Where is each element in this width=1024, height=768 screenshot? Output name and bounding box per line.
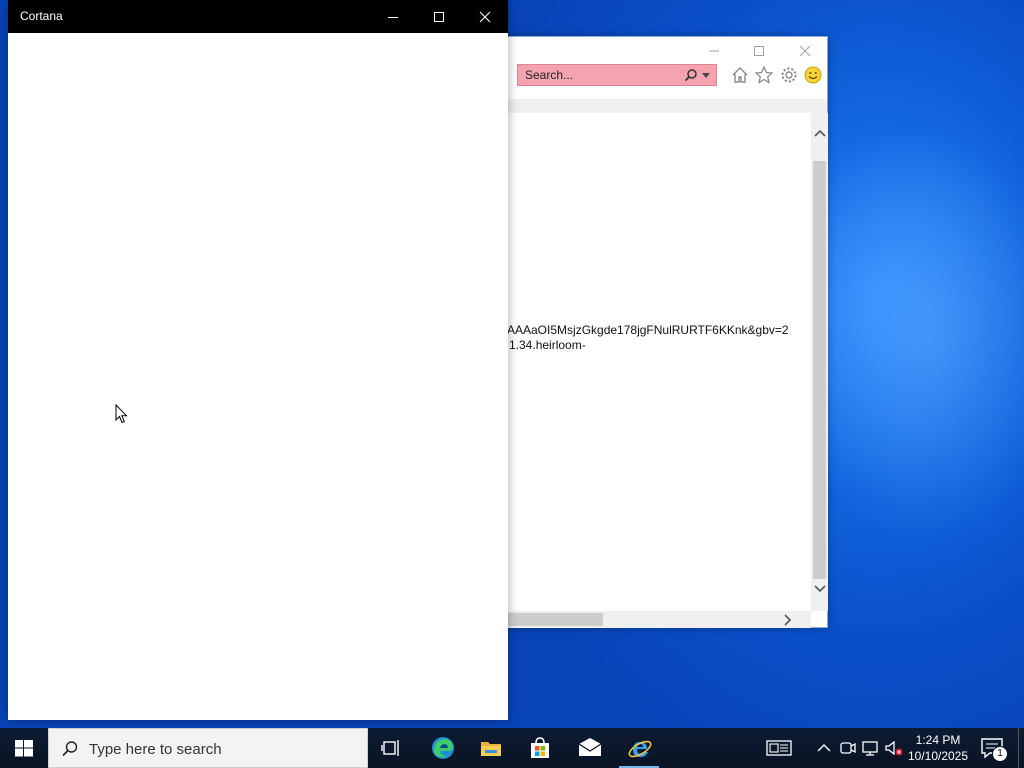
close-button[interactable] [462, 0, 508, 33]
ie-search-box[interactable]: Search... [517, 64, 717, 86]
ie-page-content[interactable]: AAAaOI5MsjzGkgde178jgFNulRURTF6KKnk&gbv=… [481, 113, 811, 611]
search-placeholder: Type here to search [89, 741, 222, 758]
close-icon [479, 11, 491, 23]
minimize-icon [388, 17, 398, 18]
show-desktop-button[interactable] [1018, 728, 1024, 768]
edge-taskbar-button[interactable] [419, 728, 467, 768]
cortana-window[interactable]: Cortana [8, 0, 508, 720]
favorites-star-icon[interactable] [754, 65, 774, 85]
window-title: Cortana [20, 9, 63, 23]
start-button[interactable] [0, 728, 48, 768]
ie-maximize-button[interactable] [744, 41, 774, 63]
search-icon [62, 741, 78, 757]
notification-badge: 1 [992, 746, 1008, 762]
home-icon[interactable] [730, 65, 750, 85]
maximize-button[interactable] [416, 0, 462, 33]
edge-icon [432, 737, 454, 759]
store-taskbar-button[interactable] [516, 728, 564, 768]
network-icon[interactable] [861, 738, 881, 758]
page-text-line: 1.34.heirloom- [509, 338, 586, 352]
page-text: AAAaOI5MsjzGkgde178jgFNulRURTF6KKnk&gbv=… [507, 323, 789, 353]
search-icon[interactable] [684, 68, 698, 82]
scroll-right-icon[interactable] [783, 614, 793, 626]
clock-date: 10/10/2025 [907, 749, 969, 763]
maximize-icon [434, 12, 444, 22]
ie-tab-strip [481, 99, 827, 113]
mouse-cursor-icon [115, 404, 128, 424]
taskbar: Type here to search 1:24 PM 10/10/2025 1 [0, 728, 1024, 768]
ie-search-placeholder: Search... [525, 68, 574, 82]
ie-minimize-button[interactable] [699, 41, 729, 63]
news-interests-icon[interactable] [766, 738, 792, 758]
meet-now-icon[interactable] [838, 738, 858, 758]
vertical-scrollbar[interactable] [811, 113, 828, 611]
scroll-down-icon[interactable] [811, 581, 828, 597]
system-clock[interactable]: 1:24 PM 10/10/2025 [905, 732, 971, 764]
scroll-up-icon[interactable] [811, 125, 828, 141]
cortana-titlebar[interactable]: Cortana [8, 0, 508, 33]
windows-logo-icon [15, 740, 33, 757]
volume-muted-icon[interactable] [884, 738, 904, 758]
search-dropdown-icon[interactable] [702, 73, 710, 78]
maximize-icon [754, 46, 764, 56]
taskbar-search-box[interactable]: Type here to search [48, 728, 368, 768]
minimize-button[interactable] [370, 0, 416, 33]
internet-explorer-icon [628, 740, 652, 758]
mail-taskbar-button[interactable] [565, 728, 613, 768]
minimize-icon [709, 50, 719, 52]
store-icon [531, 737, 549, 758]
page-text-line: AAAaOI5MsjzGkgde178jgFNulRURTF6KKnk&gbv=… [507, 323, 789, 337]
internet-explorer-window[interactable]: Search... AAAaOI5MsjzGkgde178jgFNulRURTF… [480, 36, 828, 628]
horizontal-scrollbar[interactable] [481, 611, 811, 628]
mail-icon [578, 738, 602, 756]
chevron-up-icon[interactable] [814, 738, 834, 758]
vertical-scroll-thumb[interactable] [813, 161, 826, 579]
close-icon [799, 45, 811, 57]
settings-gear-icon[interactable] [779, 65, 799, 85]
internet-explorer-taskbar-button[interactable] [615, 728, 663, 768]
task-view-icon [381, 740, 399, 756]
clock-time: 1:24 PM [915, 733, 961, 747]
task-view-button[interactable] [368, 728, 416, 768]
feedback-smiley-icon[interactable] [803, 65, 823, 85]
file-explorer-taskbar-button[interactable] [467, 728, 515, 768]
ie-close-button[interactable] [790, 41, 820, 63]
file-explorer-icon [481, 742, 501, 756]
ie-titlebar[interactable] [481, 37, 827, 67]
